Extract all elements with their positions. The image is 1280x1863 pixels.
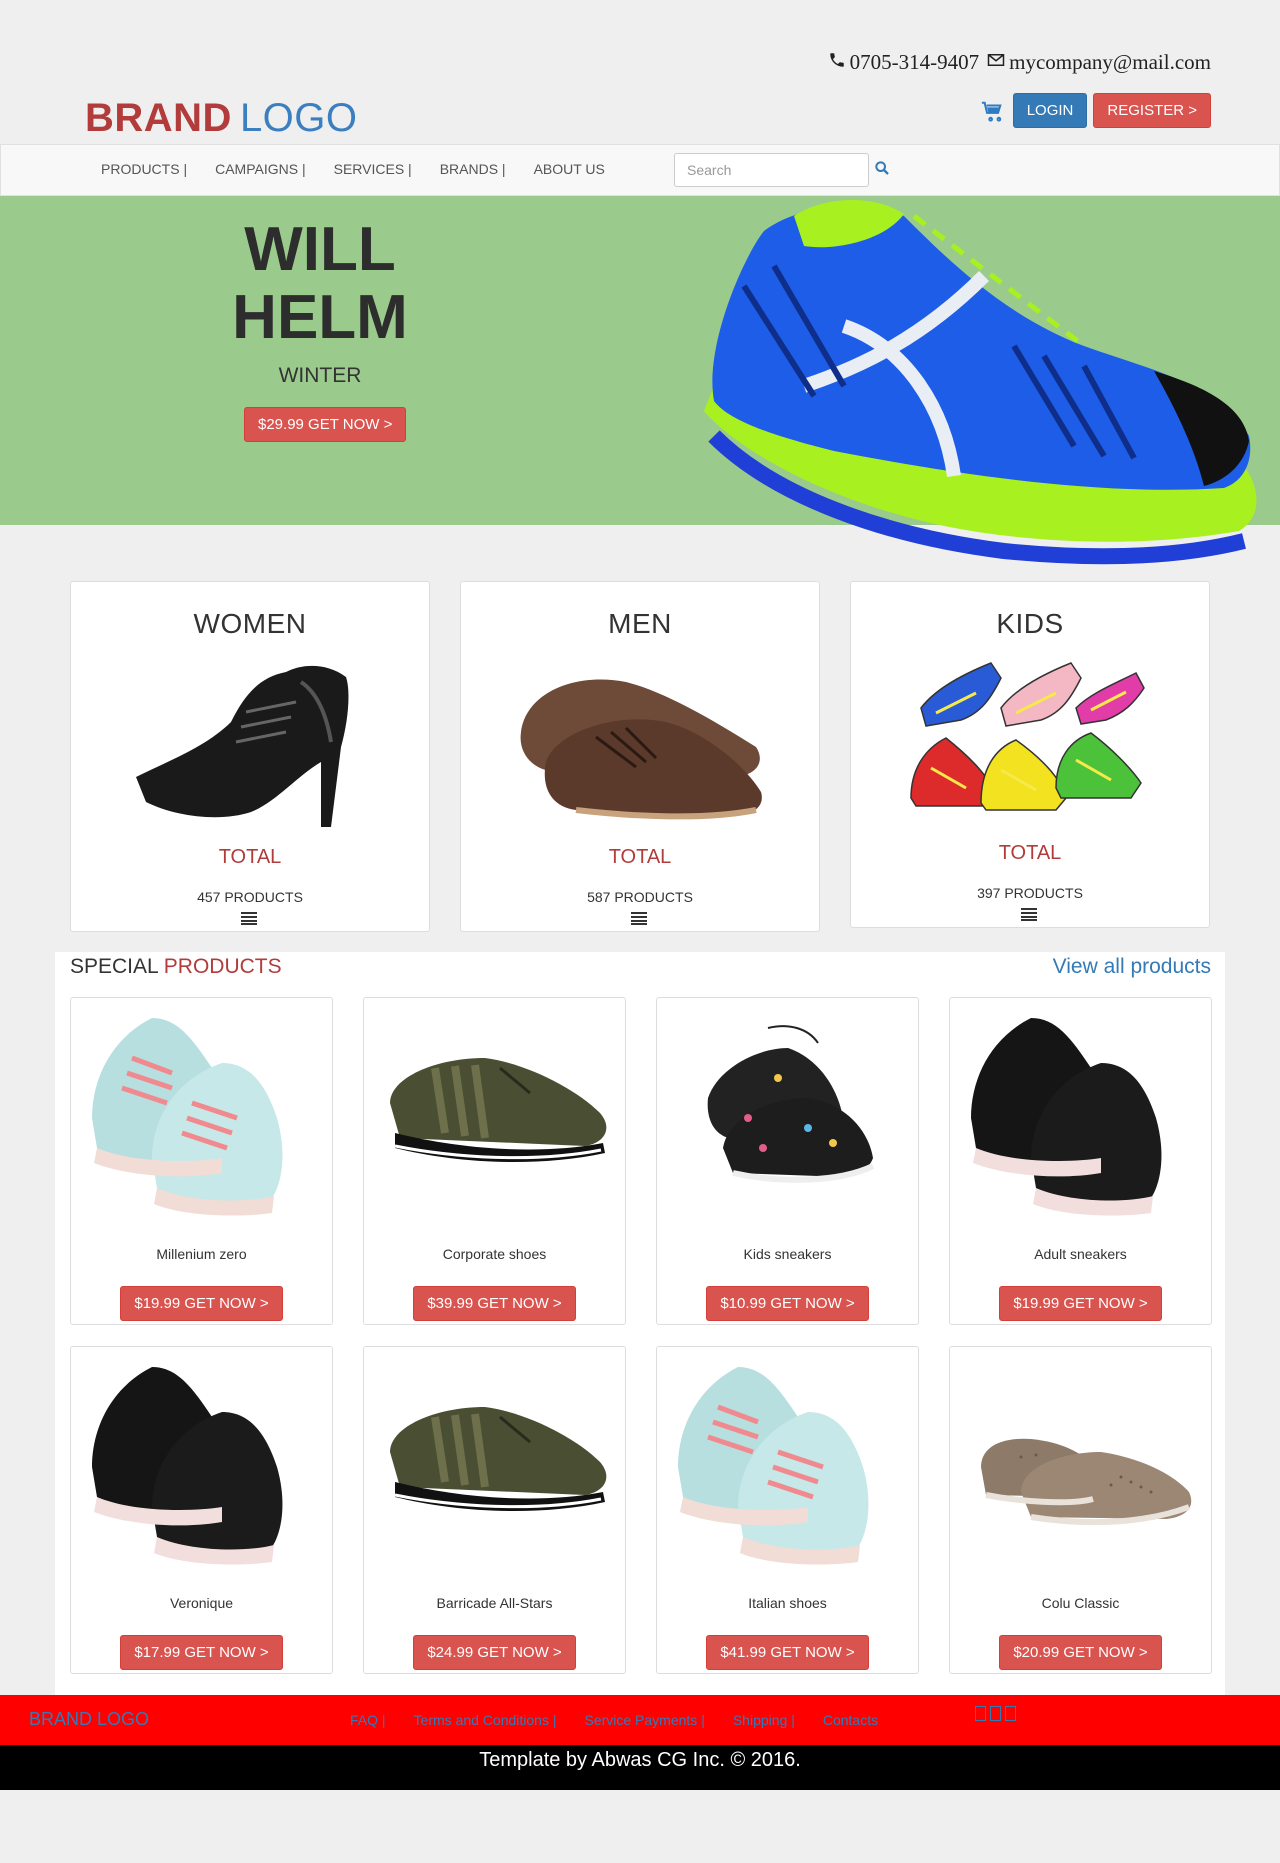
product-card[interactable]: Corporate shoes $39.99 GET NOW > xyxy=(363,997,626,1325)
get-now-button[interactable]: $19.99 GET NOW > xyxy=(120,1286,283,1321)
get-now-button[interactable]: $39.99 GET NOW > xyxy=(413,1286,576,1321)
brand-logo[interactable]: BRAND LOGO xyxy=(85,96,358,141)
hero-subtitle: WINTER xyxy=(278,364,362,387)
category-product-count: 397 PRODUCTS xyxy=(977,885,1083,901)
product-name: Millenium zero xyxy=(156,1246,247,1262)
taupe-perforated-shoe-image xyxy=(981,1438,1192,1526)
hero-get-now-button[interactable]: $29.99 GET NOW > xyxy=(244,407,407,442)
nav-item-brands[interactable]: BRANDS | xyxy=(440,161,506,177)
product-card[interactable]: Veronique $17.99 GET NOW > xyxy=(70,1346,333,1674)
product-card[interactable]: Adult sneakers $19.99 GET NOW > xyxy=(949,997,1212,1325)
footer-logo[interactable]: BRAND LOGO xyxy=(29,1709,149,1730)
email-address: mycompany@mail.com xyxy=(1009,50,1211,74)
social-icon[interactable] xyxy=(975,1706,986,1721)
special-products-section: SPECIAL PRODUCTS View all products Mille… xyxy=(55,952,1225,1695)
running-shoe-image[interactable] xyxy=(684,196,1264,566)
nav-item-about-us[interactable]: ABOUT US xyxy=(534,161,605,177)
list-menu-icon[interactable] xyxy=(631,911,647,925)
black-sneakers-image xyxy=(971,1018,1162,1216)
product-card[interactable]: Colu Classic $20.99 GET NOW > xyxy=(949,1346,1212,1674)
login-button[interactable]: LOGIN xyxy=(1012,93,1088,128)
footer-link-faq[interactable]: FAQ | xyxy=(350,1712,386,1728)
social-icons xyxy=(975,1706,1016,1721)
main-navbar: PRODUCTS | CAMPAIGNS | SERVICES | BRANDS… xyxy=(0,144,1280,196)
mint-sneakers-image xyxy=(92,1018,283,1216)
product-name: Italian shoes xyxy=(748,1595,827,1611)
get-now-button[interactable]: $19.99 GET NOW > xyxy=(999,1286,1162,1321)
social-icon[interactable] xyxy=(1005,1706,1016,1721)
women-heel-shoe-image xyxy=(136,665,349,827)
category-total-label: TOTAL xyxy=(218,846,282,868)
list-menu-icon[interactable] xyxy=(1021,907,1037,921)
heading-part-products: PRODUCTS xyxy=(163,955,282,978)
olive-suede-shoe-image xyxy=(390,1407,607,1512)
social-icon[interactable] xyxy=(990,1706,1001,1721)
nav-item-campaigns[interactable]: CAMPAIGNS | xyxy=(215,161,306,177)
category-name: WOMEN xyxy=(193,608,307,639)
shopping-cart-icon[interactable] xyxy=(979,99,1005,123)
special-products-heading: SPECIAL PRODUCTS xyxy=(70,955,282,979)
get-now-button[interactable]: $24.99 GET NOW > xyxy=(413,1635,576,1670)
product-name: Colu Classic xyxy=(1041,1595,1120,1611)
heading-part-special: SPECIAL xyxy=(70,955,158,978)
search-input[interactable] xyxy=(674,153,869,187)
copyright-bar: Template by Abwas CG Inc. © 2016. xyxy=(0,1745,1280,1790)
product-name: Corporate shoes xyxy=(442,1246,547,1262)
footer-bar: BRAND LOGO FAQ | Terms and Conditions | … xyxy=(0,1695,1280,1745)
contact-info: 0705-314-9407 mycompany@mail.com xyxy=(828,50,1211,75)
get-now-button[interactable]: $20.99 GET NOW > xyxy=(999,1635,1162,1670)
mint-sneakers-image xyxy=(678,1367,869,1565)
product-card[interactable]: Kids sneakers $10.99 GET NOW > xyxy=(656,997,919,1325)
product-card[interactable]: Barricade All-Stars $24.99 GET NOW > xyxy=(363,1346,626,1674)
get-now-button[interactable]: $10.99 GET NOW > xyxy=(706,1286,869,1321)
category-total-label: TOTAL xyxy=(608,846,672,868)
get-now-button[interactable]: $41.99 GET NOW > xyxy=(706,1635,869,1670)
register-button[interactable]: REGISTER > xyxy=(1093,93,1211,128)
product-name: Barricade All-Stars xyxy=(436,1595,553,1611)
nav-item-services[interactable]: SERVICES | xyxy=(334,161,412,177)
nav-menu: PRODUCTS | CAMPAIGNS | SERVICES | BRANDS… xyxy=(101,161,633,177)
category-name: KIDS xyxy=(996,608,1064,639)
list-menu-icon[interactable] xyxy=(241,911,257,925)
product-name: Adult sneakers xyxy=(1034,1246,1127,1262)
men-leather-shoe-image xyxy=(520,679,762,820)
header-actions: LOGIN REGISTER > xyxy=(979,93,1211,128)
brand-logo-part1: BRAND xyxy=(85,96,232,140)
kids-sneakers-image xyxy=(910,662,1145,811)
view-all-products-link[interactable]: View all products xyxy=(1053,955,1211,979)
brand-logo-part2: LOGO xyxy=(239,96,358,140)
kids-sneakers-image xyxy=(707,1025,875,1183)
product-card[interactable]: Italian shoes $41.99 GET NOW > xyxy=(656,1346,919,1674)
category-product-count: 587 PRODUCTS xyxy=(587,889,693,905)
search-icon[interactable] xyxy=(874,160,890,176)
category-product-count: 457 PRODUCTS xyxy=(197,889,303,905)
footer-link-shipping[interactable]: Shipping | xyxy=(733,1712,795,1728)
phone-icon xyxy=(828,50,846,75)
category-card-kids[interactable]: KIDS TOTAL 397 PRODUCTS xyxy=(850,581,1210,928)
black-sneakers-image xyxy=(92,1367,283,1565)
footer-link-service-payments[interactable]: Service Payments | xyxy=(584,1712,704,1728)
olive-suede-shoe-image xyxy=(390,1058,607,1163)
category-total-label: TOTAL xyxy=(998,842,1062,864)
product-name: Kids sneakers xyxy=(743,1246,832,1262)
footer-link-contacts[interactable]: Contacts xyxy=(823,1712,878,1728)
footer-link-terms[interactable]: Terms and Conditions | xyxy=(414,1712,557,1728)
category-card-women[interactable]: WOMEN TOTAL 457 PRODUCTS xyxy=(70,581,430,932)
hero-title: WILL HELM xyxy=(232,215,408,352)
get-now-button[interactable]: $17.99 GET NOW > xyxy=(120,1635,283,1670)
phone-number: 0705-314-9407 xyxy=(849,50,980,74)
category-name: MEN xyxy=(608,608,672,639)
nav-item-products[interactable]: PRODUCTS | xyxy=(101,161,187,177)
footer-links: FAQ | Terms and Conditions | Service Pay… xyxy=(350,1712,906,1728)
product-card[interactable]: Millenium zero $19.99 GET NOW > xyxy=(70,997,333,1325)
category-card-men[interactable]: MEN TOTAL 587 PRODUCTS xyxy=(460,581,820,932)
mail-icon xyxy=(987,50,1005,75)
product-name: Veronique xyxy=(169,1595,234,1611)
